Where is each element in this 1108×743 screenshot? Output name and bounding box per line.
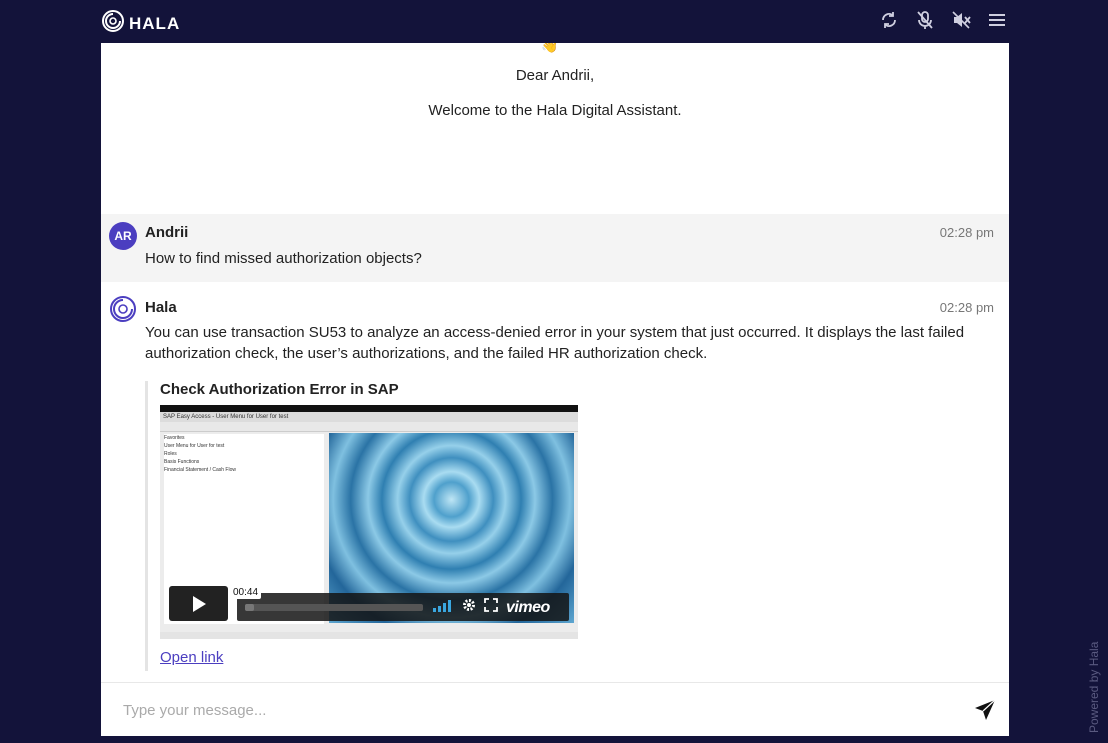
- message-text: How to find missed authorization objects…: [145, 250, 422, 267]
- send-icon[interactable]: [973, 698, 997, 722]
- menu-icon[interactable]: [986, 9, 1008, 31]
- avatar: AR: [109, 222, 137, 250]
- mic-off-icon[interactable]: [914, 9, 936, 31]
- wave-emoji-icon: 👋: [541, 43, 559, 53]
- message-time: 02:28 pm: [939, 300, 994, 315]
- refresh-icon[interactable]: [878, 9, 900, 31]
- video-controls: vimeo: [237, 593, 569, 621]
- video-window-title: SAP Easy Access - User Menu for User for…: [160, 412, 578, 422]
- video-progress[interactable]: [245, 604, 423, 611]
- play-button[interactable]: [169, 586, 228, 621]
- message-time: 02:28 pm: [939, 225, 994, 240]
- tree-item: Basis Functions: [164, 459, 200, 465]
- message-composer: [101, 682, 1009, 736]
- volume-icon[interactable]: [432, 598, 454, 617]
- video-time: 00:44: [230, 586, 262, 599]
- open-link[interactable]: Open link: [160, 649, 223, 666]
- video-player[interactable]: SAP Easy Access - User Menu for User for…: [160, 405, 578, 639]
- welcome-greeting: Dear Andrii,: [515, 67, 595, 84]
- hala-logo-icon: [101, 9, 125, 38]
- top-bar: HALA: [0, 0, 1108, 43]
- welcome-intro: Welcome to the Hala Digital Assistant.: [428, 102, 682, 119]
- chat-panel: 👋 Dear Andrii, Welcome to the Hala Digit…: [101, 43, 1009, 736]
- fullscreen-icon[interactable]: [484, 598, 498, 617]
- link-card: Check Authorization Error in SAP SAP Eas…: [145, 381, 585, 671]
- vimeo-logo[interactable]: vimeo: [506, 599, 550, 617]
- hala-avatar-icon: [109, 295, 137, 323]
- tree-item: Roles: [164, 451, 177, 457]
- message-sender: Hala: [145, 299, 177, 316]
- message-sender: Andrii: [145, 224, 189, 241]
- user-message: AR Andrii 02:28 pm How to find missed au…: [101, 214, 1009, 282]
- video-toolbar: [160, 422, 578, 432]
- message-text: You can use transaction SU53 to analyze …: [145, 324, 965, 362]
- powered-by-label: Powered by Hala: [1087, 641, 1101, 733]
- brand-name: HALA: [129, 13, 181, 33]
- settings-gear-icon[interactable]: [462, 598, 476, 617]
- tree-item: Favorites: [164, 435, 185, 441]
- video-statusbar: [160, 632, 578, 639]
- bot-message: Hala 02:28 pm You can use transaction SU…: [101, 282, 1009, 682]
- card-title: Check Authorization Error in SAP: [160, 381, 399, 398]
- message-input[interactable]: [123, 696, 953, 724]
- hala-logo: HALA: [101, 9, 180, 38]
- sound-off-icon[interactable]: [950, 9, 972, 31]
- welcome-section: 👋 Dear Andrii, Welcome to the Hala Digit…: [101, 43, 1009, 214]
- tree-item: Financial Statement / Cash Flow: [164, 467, 236, 473]
- tree-item: User Menu for User for test: [164, 443, 225, 449]
- video-progress-fill: [245, 604, 254, 611]
